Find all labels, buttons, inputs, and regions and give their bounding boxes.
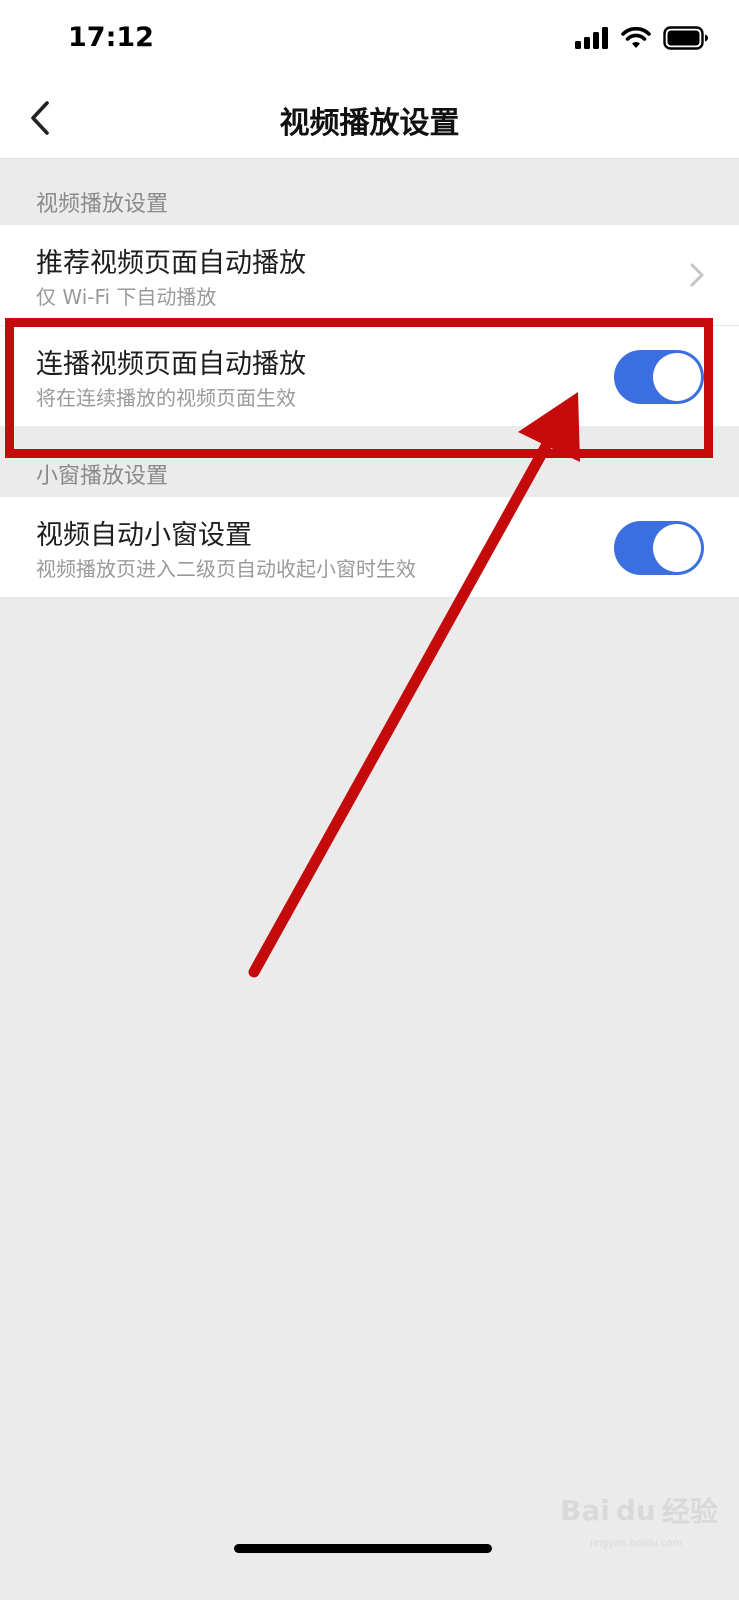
watermark-logo: Bai du 经验 xyxy=(560,1490,718,1530)
home-indicator[interactable] xyxy=(234,1544,492,1553)
watermark-text: Bai xyxy=(560,1493,610,1527)
watermark-url: jingyan.baidu.com xyxy=(590,1538,683,1549)
annotation-arrow xyxy=(248,392,580,978)
watermark-cn: 经验 xyxy=(661,1495,718,1528)
watermark-paw: du xyxy=(615,1493,656,1527)
